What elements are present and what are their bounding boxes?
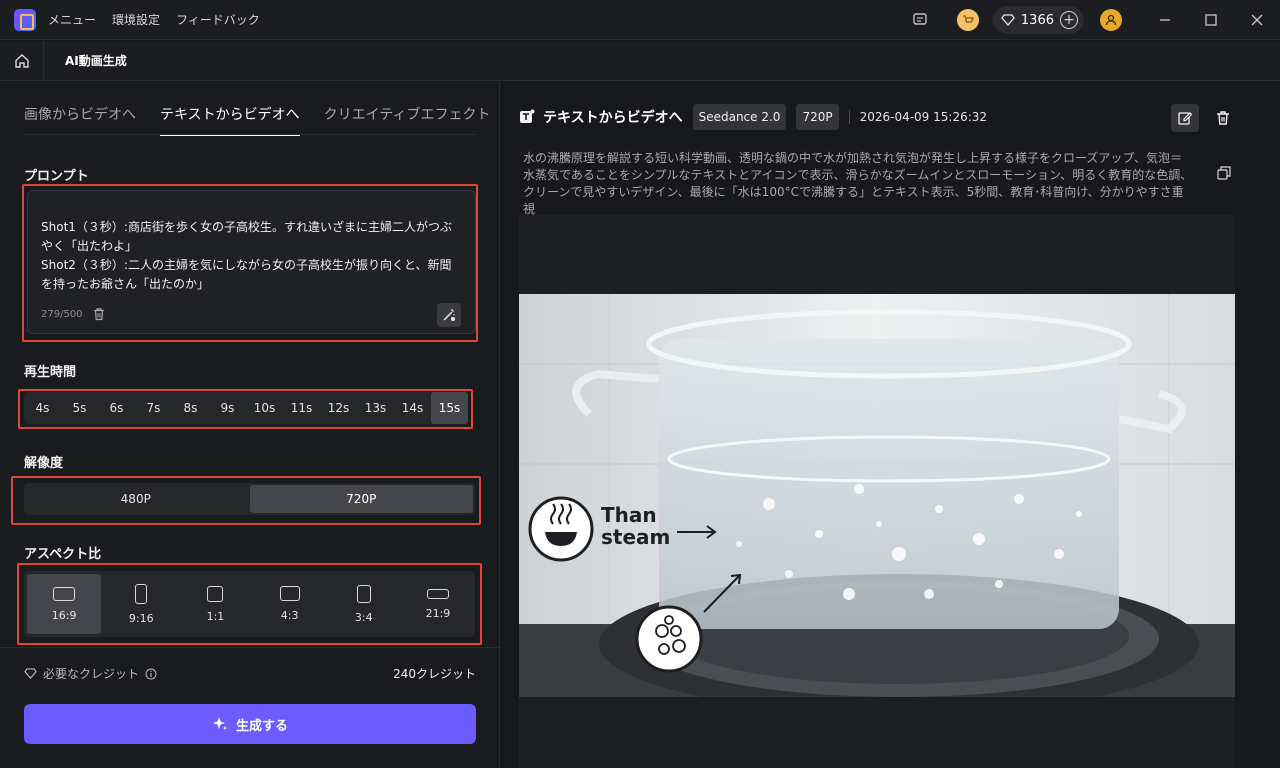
diamond-icon	[1001, 14, 1015, 26]
edit-icon	[1178, 112, 1193, 125]
aspect-label: 9:16	[128, 611, 154, 625]
aspect-label: 1:1	[206, 609, 225, 623]
prompt-label: プロンプト	[24, 169, 89, 184]
duration-option[interactable]: 11s	[283, 392, 320, 424]
home-icon	[14, 53, 29, 68]
aspect-9-16-icon	[135, 583, 148, 604]
close-icon	[1251, 14, 1263, 26]
duration-option[interactable]: 8s	[172, 392, 209, 424]
menu-item-feedback[interactable]: フィードバック	[176, 11, 260, 28]
resolution-selector: 480P 720P	[24, 483, 475, 515]
aspect-option-4-3[interactable]: 4:3	[253, 571, 327, 637]
avatar[interactable]	[1100, 9, 1122, 31]
aspect-1-1-icon	[207, 585, 224, 602]
caption-line-2: steam	[601, 525, 670, 549]
duration-option[interactable]: 13s	[357, 392, 394, 424]
boiling-pot-video-frame: Than steam	[519, 294, 1235, 697]
trash-icon	[1217, 111, 1229, 125]
video-player[interactable]: Than steam	[519, 215, 1235, 768]
result-title: テキストからビデオへ	[543, 110, 683, 126]
credit-balance[interactable]: 1366 +	[992, 6, 1084, 34]
aspect-label: 21:9	[425, 606, 451, 620]
header-separator	[848, 110, 850, 124]
title-bar: メニュー 環境設定 フィードバック 1366 +	[0, 0, 1280, 40]
add-credit-icon[interactable]: +	[1060, 11, 1078, 29]
resolution-badge: 720P	[796, 104, 839, 130]
resolution-label: 解像度	[24, 456, 64, 471]
caption-line-1: Than	[601, 503, 657, 527]
aspect-option-21-9[interactable]: 21:9	[401, 571, 475, 637]
app-logo	[14, 8, 36, 31]
resolution-option-720p[interactable]: 720P	[249, 485, 473, 513]
close-button[interactable]	[1234, 0, 1280, 40]
page-header: AI動画生成	[0, 40, 1280, 81]
result-header: テキストからビデオへ Seedance 2.0 720P 2026-04-09 …	[519, 104, 987, 130]
duration-option[interactable]: 12s	[320, 392, 357, 424]
duration-option-selected[interactable]: 15s	[431, 392, 468, 424]
notification-icon[interactable]	[909, 9, 931, 31]
aspect-3-4-icon	[356, 584, 371, 603]
delete-button[interactable]	[1209, 104, 1237, 132]
menu-item-settings[interactable]: 環境設定	[112, 11, 160, 28]
aspect-option-1-1[interactable]: 1:1	[178, 571, 252, 637]
aspect-16-9-icon	[53, 586, 76, 601]
aspect-option-3-4[interactable]: 3:4	[327, 571, 401, 637]
sparkle-icon	[212, 717, 227, 730]
aspect-ratio-selector: 16:9 9:16 1:1 4:3 3:4 21:9	[24, 571, 475, 637]
page-title: AI動画生成	[65, 54, 127, 68]
settings-panel: 画像からビデオへ テキストからビデオへ クリエイティブエフェクト プロンプト S…	[0, 82, 500, 768]
tab-creative-effects[interactable]: クリエイティブエフェクト	[324, 104, 491, 136]
aspect-ratio-label: アスペクト比	[24, 547, 102, 562]
aspect-label: 16:9	[51, 608, 77, 622]
duration-option[interactable]: 9s	[209, 392, 246, 424]
menu-item-menu[interactable]: メニュー	[48, 11, 96, 28]
text-to-video-icon	[520, 109, 535, 123]
tab-text-to-video[interactable]: テキストからビデオへ	[160, 104, 300, 136]
credit-label: 必要なクレジット	[43, 667, 140, 681]
mode-tabs: 画像からビデオへ テキストからビデオへ クリエイティブエフェクト	[24, 104, 490, 136]
edit-button[interactable]	[1171, 104, 1199, 132]
char-count: 279/500	[41, 309, 83, 320]
section-divider	[0, 647, 500, 648]
tab-image-to-video[interactable]: 画像からビデオへ	[24, 104, 136, 136]
duration-option[interactable]: 5s	[61, 392, 98, 424]
magic-wand-icon[interactable]	[437, 303, 461, 327]
maximize-button[interactable]	[1188, 0, 1234, 40]
duration-option[interactable]: 14s	[394, 392, 431, 424]
aspect-option-9-16[interactable]: 9:16	[104, 571, 178, 637]
duration-option[interactable]: 4s	[24, 392, 61, 424]
result-panel: テキストからビデオへ Seedance 2.0 720P 2026-04-09 …	[501, 82, 1280, 768]
generate-button[interactable]: 生成する	[24, 704, 476, 744]
generate-label: 生成する	[235, 718, 288, 734]
duration-label: 再生時間	[24, 365, 77, 380]
result-datetime: 2026-04-09 15:26:32	[859, 110, 988, 124]
aspect-4-3-icon	[279, 586, 300, 601]
diamond-icon	[24, 668, 37, 679]
duration-option[interactable]: 10s	[246, 392, 283, 424]
aspect-label: 4:3	[280, 609, 299, 622]
duration-option[interactable]: 7s	[135, 392, 172, 424]
info-icon[interactable]	[145, 668, 157, 680]
cart-icon[interactable]	[956, 9, 979, 31]
copy-icon[interactable]	[1217, 166, 1231, 184]
credit-count: 1366	[1020, 12, 1054, 28]
resolution-option-480p[interactable]: 480P	[24, 483, 248, 515]
clear-prompt-icon[interactable]	[92, 307, 106, 325]
model-badge: Seedance 2.0	[692, 104, 787, 130]
tabs-divider	[24, 134, 476, 135]
duration-selector: 4s 5s 6s 7s 8s 9s 10s 11s 12s 13s 14s 15…	[24, 392, 468, 424]
home-button[interactable]	[0, 40, 44, 81]
credit-requirement: 必要なクレジット 240クレジット	[24, 665, 476, 682]
aspect-21-9-icon	[426, 588, 449, 599]
duration-option[interactable]: 6s	[98, 392, 135, 424]
credit-value: 240クレジット	[393, 667, 476, 681]
prompt-description: 水の沸騰原理を解説する短い科学動画、透明な鍋の中で水が加熱され気泡が発生し上昇す…	[523, 151, 1193, 216]
aspect-option-16-9[interactable]: 16:9	[27, 574, 102, 634]
credit-label-group: 必要なクレジット	[24, 665, 157, 682]
prompt-input[interactable]: Shot1（３秒）:商店街を歩く女の子高校生。すれ違いざまに主婦二人がつぶやく「…	[27, 190, 476, 334]
prompt-text[interactable]: Shot1（３秒）:商店街を歩く女の子高校生。すれ違いざまに主婦二人がつぶやく「…	[41, 218, 461, 294]
minimize-button[interactable]	[1142, 0, 1188, 40]
aspect-label: 3:4	[354, 610, 373, 624]
video-frame[interactable]: Than steam	[519, 294, 1235, 697]
